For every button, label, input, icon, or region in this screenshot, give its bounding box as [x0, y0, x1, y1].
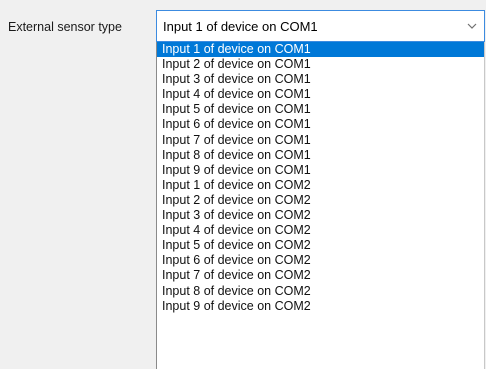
option-item[interactable]: Input 4 of device on COM1: [157, 87, 484, 102]
option-item[interactable]: Input 5 of device on COM1: [157, 102, 484, 117]
option-item[interactable]: Input 2 of device on COM1: [157, 57, 484, 72]
option-item[interactable]: Input 7 of device on COM1: [157, 133, 484, 148]
option-item[interactable]: Input 3 of device on COM2: [157, 208, 484, 223]
option-item[interactable]: Input 6 of device on COM1: [157, 117, 484, 132]
chevron-down-icon[interactable]: [460, 11, 484, 41]
option-item[interactable]: Input 8 of device on COM1: [157, 148, 484, 163]
option-item[interactable]: Input 9 of device on COM2: [157, 299, 484, 314]
option-item[interactable]: Input 3 of device on COM1: [157, 72, 484, 87]
sensor-type-selected-value: Input 1 of device on COM1: [163, 18, 318, 34]
option-item[interactable]: Input 7 of device on COM2: [157, 268, 484, 283]
option-item[interactable]: Input 1 of device on COM2: [157, 178, 484, 193]
option-item[interactable]: Input 5 of device on COM2: [157, 238, 484, 253]
sensor-type-label: External sensor type: [8, 20, 122, 34]
option-item[interactable]: Input 9 of device on COM1: [157, 163, 484, 178]
option-item[interactable]: Input 4 of device on COM2: [157, 223, 484, 238]
sensor-type-row: External sensor type Input 1 of device o…: [0, 0, 486, 369]
option-item[interactable]: Input 2 of device on COM2: [157, 193, 484, 208]
option-item[interactable]: Input 1 of device on COM1: [157, 42, 484, 58]
sensor-type-option-list[interactable]: Input 1 of device on COM1 Input 2 of dev…: [156, 42, 485, 369]
option-item[interactable]: Input 6 of device on COM2: [157, 253, 484, 268]
option-item[interactable]: Input 8 of device on COM2: [157, 284, 484, 299]
sensor-type-combobox[interactable]: Input 1 of device on COM1: [156, 10, 485, 42]
